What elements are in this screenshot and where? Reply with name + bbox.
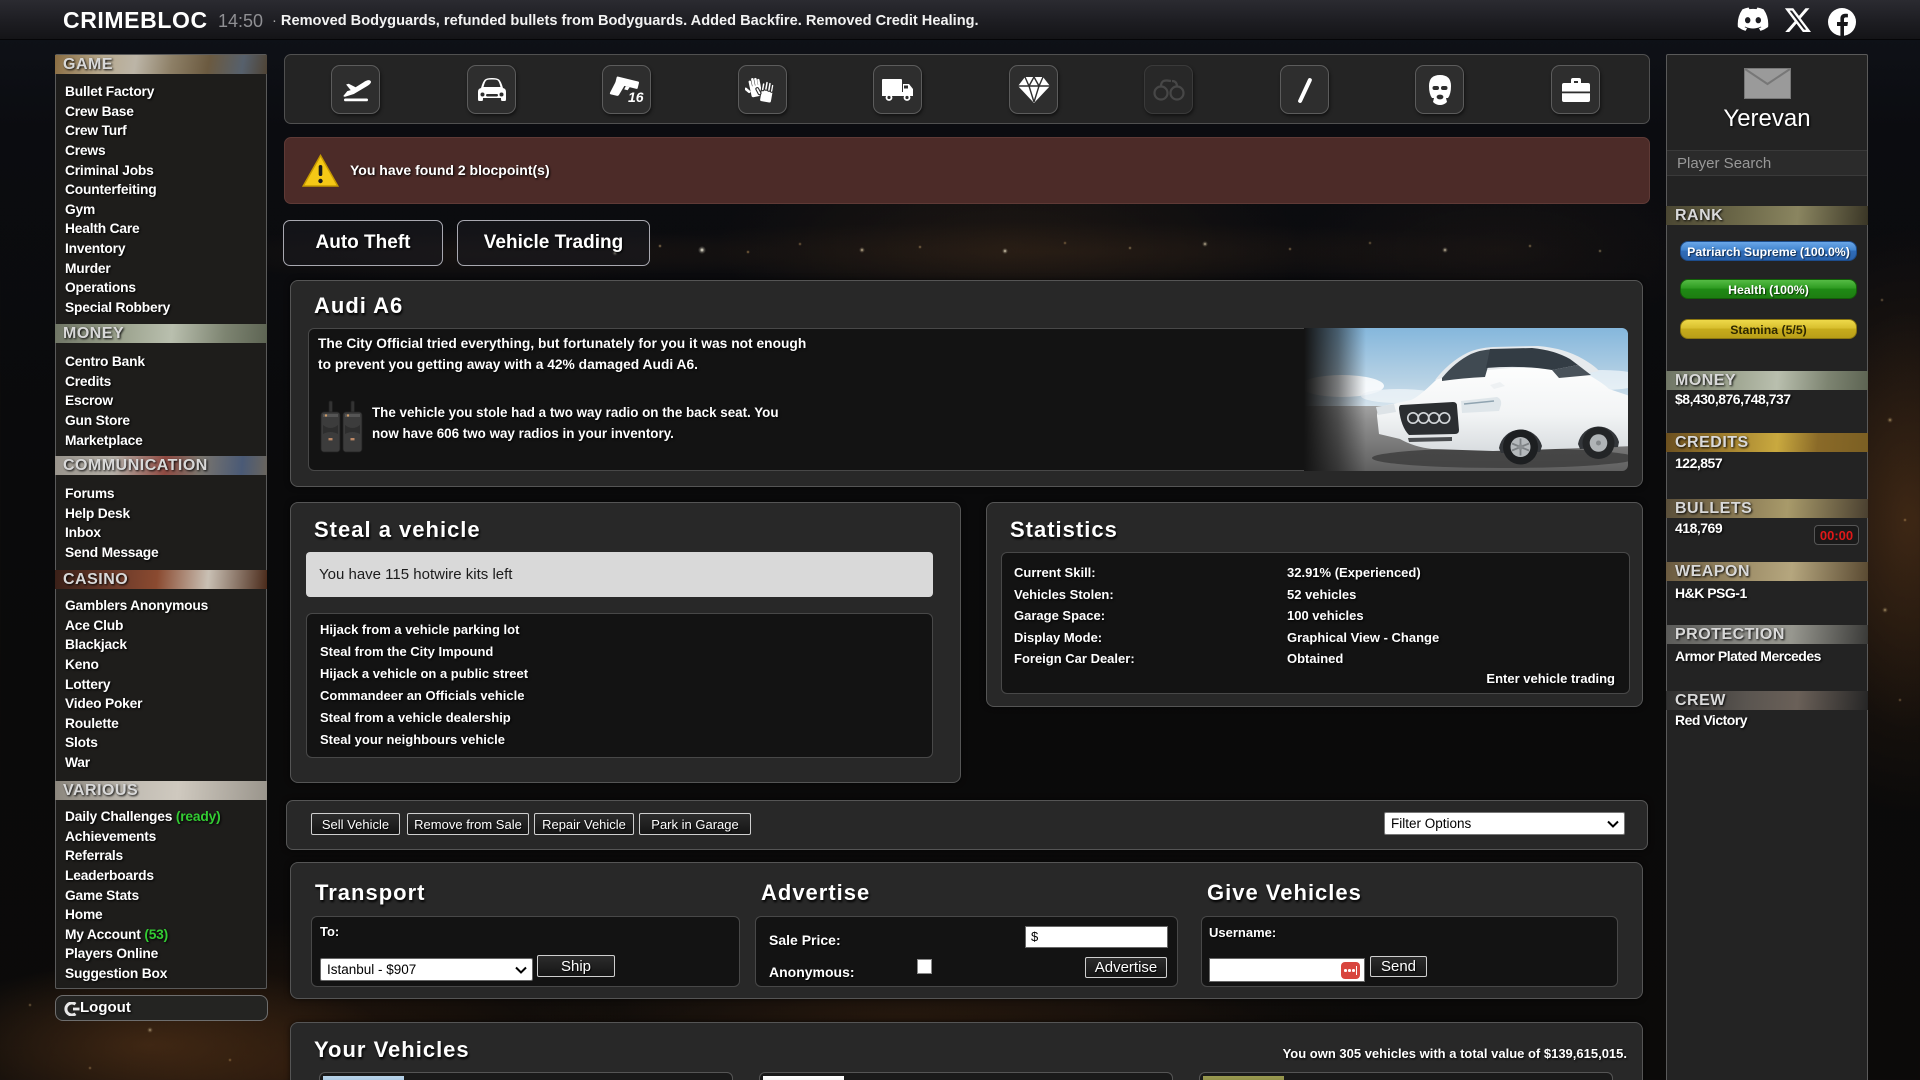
- svg-text:16: 16: [628, 89, 644, 105]
